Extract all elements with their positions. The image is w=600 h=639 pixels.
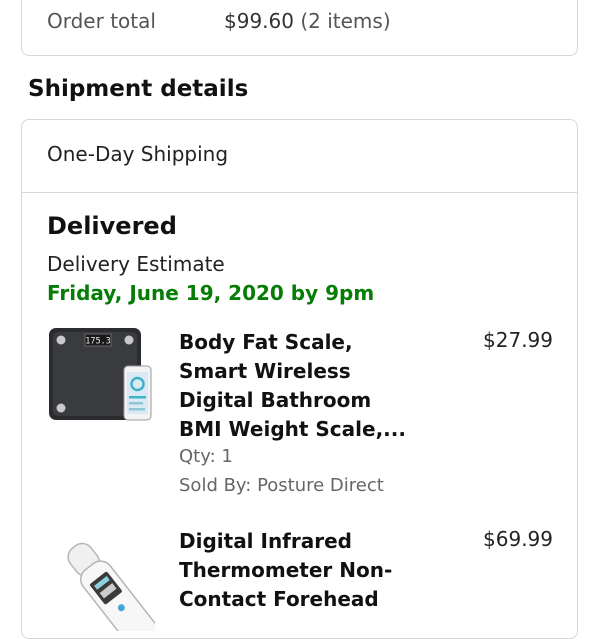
order-total-amount: $99.60 (224, 9, 294, 33)
delivery-estimate-label: Delivery Estimate (47, 252, 225, 276)
shipment-details-heading: Shipment details (28, 76, 249, 102)
shipment-card: One-Day Shipping Delivered Delivery Esti… (21, 119, 578, 639)
shipping-method: One-Day Shipping (22, 120, 577, 193)
item-seller: Sold By: Posture Direct (179, 475, 384, 496)
item-quantity: Qty: 1 (179, 446, 233, 467)
delivery-status: Delivered (47, 212, 177, 240)
item-price: $27.99 (483, 328, 553, 352)
item-title[interactable]: Digital Infrared Thermometer Non-Contact… (179, 527, 419, 614)
thermometer-product-image[interactable] (47, 531, 155, 631)
item-title[interactable]: Body Fat Scale, Smart Wireless Digital B… (179, 328, 419, 444)
order-item-count: (2 items) (300, 9, 391, 33)
order-total-value: $99.60 (2 items) (224, 9, 391, 33)
scale-display-text: 175.3 (85, 337, 111, 347)
order-total-label: Order total (47, 9, 156, 33)
order-summary-card: Order total $99.60 (2 items) (21, 0, 578, 56)
delivery-estimate-date: Friday, June 19, 2020 by 9pm (47, 281, 375, 305)
item-price: $69.99 (483, 527, 553, 551)
order-total-row: Order total $99.60 (2 items) (47, 9, 391, 33)
scale-product-image[interactable]: 175.3 (47, 326, 155, 426)
